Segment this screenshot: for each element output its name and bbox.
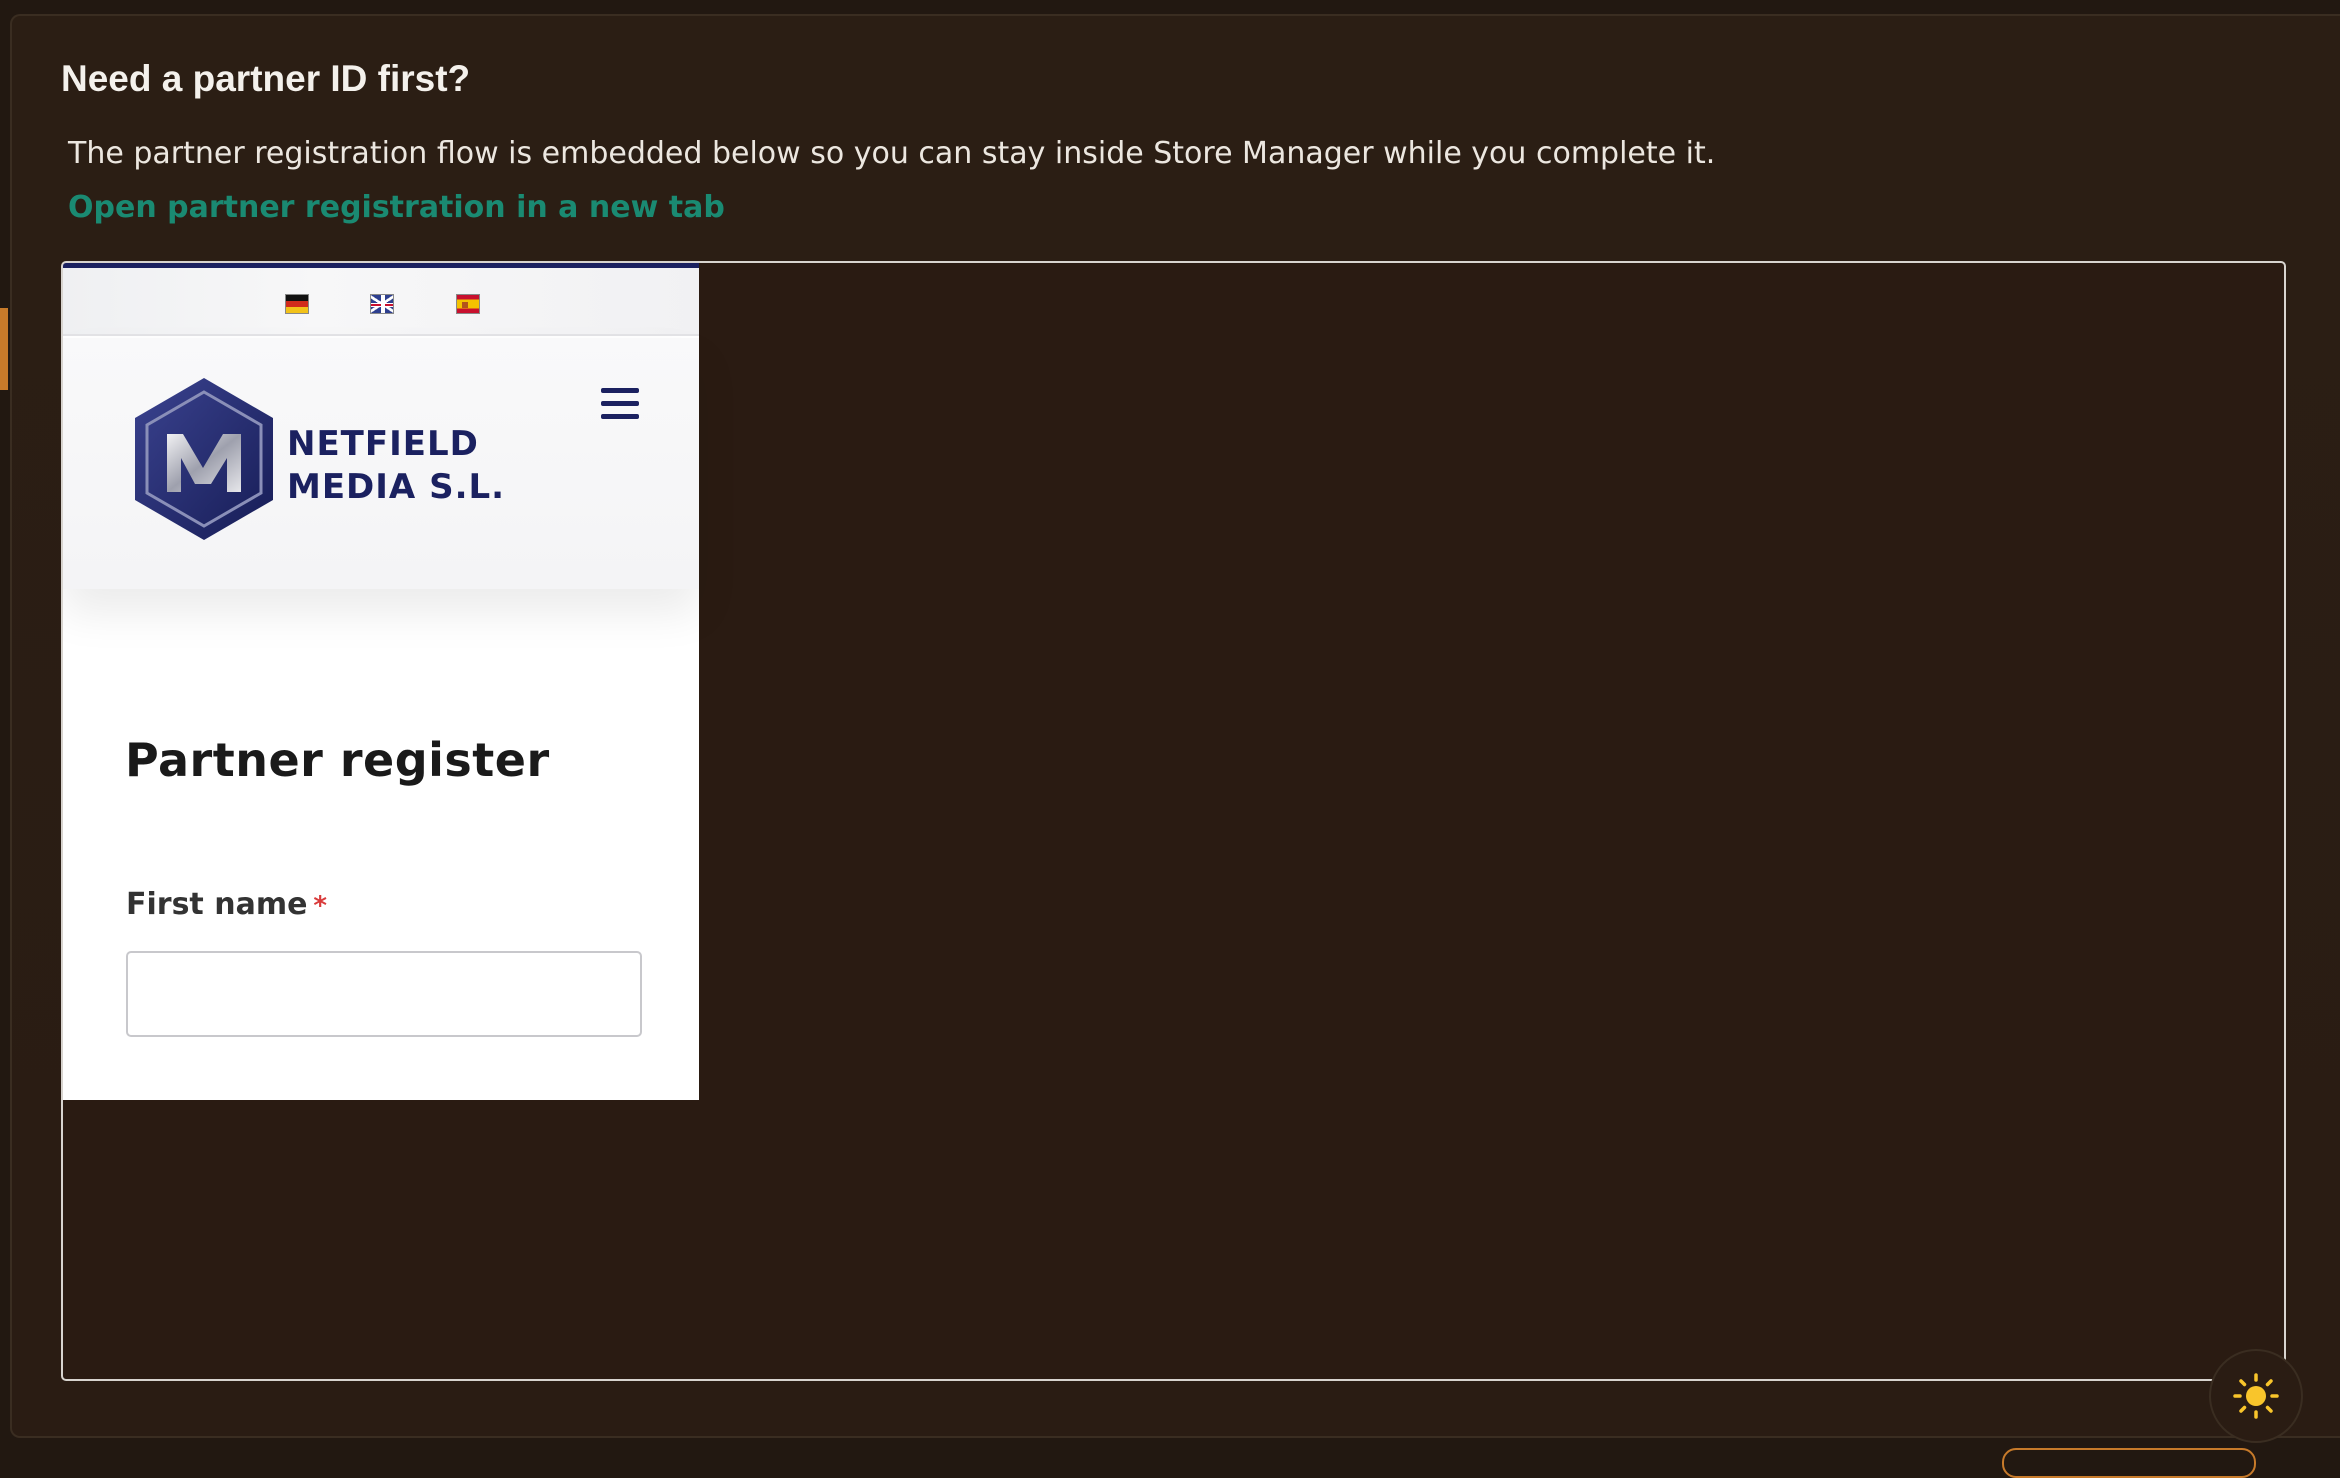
spain-flag-icon[interactable] [456, 294, 480, 314]
germany-flag-icon[interactable] [285, 294, 309, 314]
open-registration-new-tab-link[interactable]: Open partner registration in a new tab [68, 190, 725, 225]
logo-line-2: MEDIA S.L. [287, 467, 506, 507]
logo-line-1: NETFIELD [287, 424, 479, 464]
side-tab-indicator[interactable] [0, 308, 8, 390]
page-title: Partner register [125, 733, 550, 787]
uk-flag-icon[interactable] [370, 294, 394, 314]
theme-toggle-button[interactable] [2209, 1349, 2303, 1443]
language-bar [63, 268, 699, 336]
first-name-field[interactable] [126, 951, 642, 1037]
site-header: NETFIELD MEDIA S.L. [63, 338, 699, 589]
company-logo-text: NETFIELD MEDIA S.L. [287, 423, 505, 509]
page: Need a partner ID first? The partner reg… [0, 0, 2340, 1478]
sun-icon [2233, 1373, 2279, 1419]
netfield-logo-icon[interactable] [131, 376, 277, 542]
registration-iframe[interactable]: NETFIELD MEDIA S.L. Partner register Fir… [61, 261, 2286, 1381]
panel-description: The partner registration flow is embedde… [68, 136, 1716, 171]
panel-title: Need a partner ID first? [61, 58, 471, 99]
hamburger-icon[interactable] [601, 388, 641, 422]
bottom-action-button[interactable] [2002, 1448, 2256, 1478]
first-name-label-text: First name [126, 887, 308, 922]
embedded-registration-site: NETFIELD MEDIA S.L. Partner register Fir… [63, 263, 699, 1100]
required-marker: * [313, 891, 328, 921]
first-name-label: First name * [126, 887, 327, 922]
